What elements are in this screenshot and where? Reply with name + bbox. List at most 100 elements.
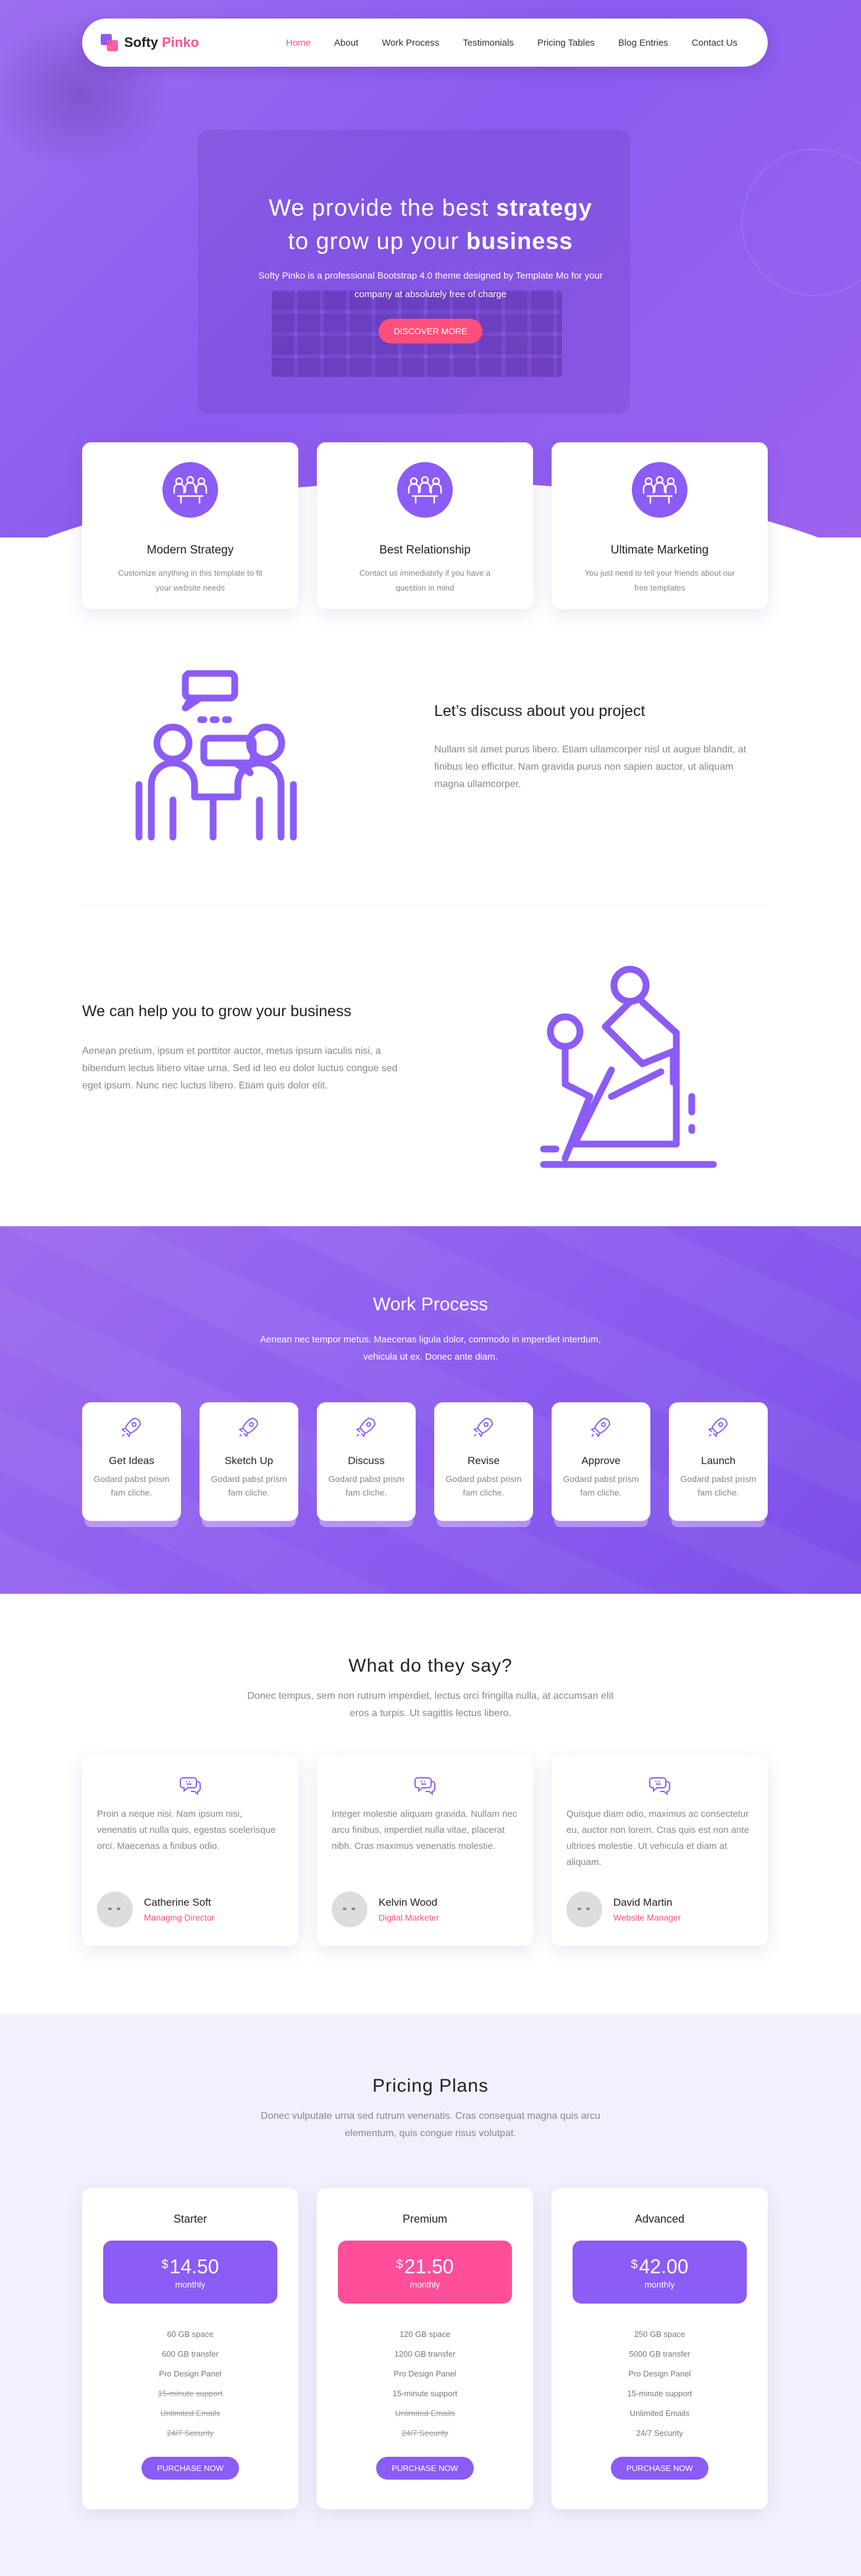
rocket-icon xyxy=(590,1417,611,1437)
step-title: Revise xyxy=(468,1455,500,1467)
plan-feature: 24/7 Security xyxy=(401,2428,448,2438)
plan-feature: Pro Design Panel xyxy=(628,2369,691,2378)
pricing-card: Premium $21.50 monthly 120 GB space 1200… xyxy=(317,2188,533,2509)
logo-icon xyxy=(101,34,118,51)
price-period: monthly xyxy=(175,2279,206,2289)
price-currency: $ xyxy=(631,2257,638,2271)
testimonials-text: Donec tempus, sem non rutrum imperdiet, … xyxy=(247,1691,614,1719)
pricing-text: Donec vulputate urna sed rutrum venenati… xyxy=(261,2111,600,2139)
testimonial-author: Kelvin Wood Digital Marketer xyxy=(332,1892,439,1927)
plan-feature: 120 GB space xyxy=(399,2330,451,2339)
testimonial-text: Proin a neque nisi. Nam ipsum nisi, vene… xyxy=(97,1809,276,1851)
hero-title: We provide the best strategy to grow up … xyxy=(0,192,861,258)
step-text: Godard pabst prism fam cliche. xyxy=(563,1474,639,1497)
author-role: Website Manager xyxy=(613,1913,681,1922)
nav-item-blog[interactable]: Blog Entries xyxy=(607,38,680,48)
purchase-now-button[interactable]: PURCHASE NOW xyxy=(376,2457,474,2480)
work-process-section: Work Process Aenean nec tempor metus. Ma… xyxy=(0,1226,861,1594)
pricing-title: Pricing Plans xyxy=(372,2076,489,2096)
process-step[interactable]: Discuss Godard pabst prism fam cliche. xyxy=(317,1402,416,1521)
navbar: Softy Pinko Home About Work Process Test… xyxy=(82,19,768,67)
author-role: Digital Marketer xyxy=(379,1913,440,1922)
logo[interactable]: Softy Pinko xyxy=(101,34,199,51)
work-text: Aenean nec tempor metus. Maecenas ligula… xyxy=(260,1334,601,1362)
feature-text: Customize anything in this template to f… xyxy=(118,568,262,592)
price-value: 14.50 xyxy=(169,2255,219,2278)
feature-text: You just need to tell your friends about… xyxy=(584,568,735,592)
hero-title-2-bold: business xyxy=(466,229,573,255)
process-step[interactable]: Sketch Up Godard pabst prism fam cliche. xyxy=(200,1402,298,1521)
discussion-illustration xyxy=(135,670,297,841)
step-title: Get Ideas xyxy=(109,1455,154,1467)
rocket-icon xyxy=(356,1417,376,1437)
logo-text-b: Pinko xyxy=(162,35,200,50)
nav-item-home[interactable]: Home xyxy=(274,38,322,48)
step-title: Sketch Up xyxy=(224,1455,274,1467)
chat-bubble-icon xyxy=(414,1777,435,1795)
team-meeting-icon xyxy=(162,462,218,518)
plan-feature: 15-minute support xyxy=(392,2389,458,2398)
plan-feature: Unlimited Emails xyxy=(395,2409,455,2418)
hero-title-2: to grow up your xyxy=(288,229,466,255)
nav-item-about[interactable]: About xyxy=(322,38,370,48)
testimonial-author: Catherine Soft Managing Director xyxy=(97,1892,214,1927)
plan-feature: 24/7 Security xyxy=(636,2428,683,2438)
author-role: Managing Director xyxy=(144,1913,215,1922)
plan-features: 250 GB space 5000 GB transfer Pro Design… xyxy=(552,2325,768,2443)
pricing-card: Advanced $42.00 monthly 250 GB space 500… xyxy=(552,2188,768,2509)
nav-menu: Home About Work Process Testimonials Pri… xyxy=(274,38,749,48)
step-title: Launch xyxy=(701,1455,736,1467)
process-step[interactable]: Get Ideas Godard pabst prism fam cliche. xyxy=(82,1402,181,1521)
step-text: Godard pabst prism fam cliche. xyxy=(211,1474,287,1497)
feature-card: Modern Strategy Customize anything in th… xyxy=(82,442,298,609)
plan-feature: Unlimited Emails xyxy=(629,2409,690,2418)
hero-text: Softy Pinko is a professional Bootstrap … xyxy=(258,271,603,300)
avatar xyxy=(566,1892,602,1927)
price-box: $42.00 monthly xyxy=(573,2241,747,2304)
about-text: Nullam sit amet purus libero. Etiam ulla… xyxy=(434,744,747,789)
process-step[interactable]: Revise Godard pabst prism fam cliche. xyxy=(434,1402,533,1521)
process-step[interactable]: Launch Godard pabst prism fam cliche. xyxy=(669,1402,768,1521)
price-value: 21.50 xyxy=(404,2255,454,2278)
testimonial-text: Integer molestie aliquam gravida. Nullam… xyxy=(332,1809,518,1851)
testimonial-card: Quisque diam odio, maximus ac consectetu… xyxy=(552,1754,768,1946)
purchase-now-button[interactable]: PURCHASE NOW xyxy=(611,2457,708,2480)
step-text: Godard pabst prism fam cliche. xyxy=(445,1474,522,1497)
testimonial-author: David Martin Website Manager xyxy=(566,1892,681,1927)
avatar xyxy=(97,1892,133,1927)
price-box: $21.50 monthly xyxy=(338,2241,512,2304)
purchase-now-button[interactable]: PURCHASE NOW xyxy=(141,2457,239,2480)
hero-title-1-bold: strategy xyxy=(495,195,592,221)
testimonial-card: Proin a neque nisi. Nam ipsum nisi, vene… xyxy=(82,1754,298,1946)
plan-name: Premium xyxy=(402,2213,447,2225)
logo-text-a: Softy xyxy=(124,35,162,50)
testimonial-text: Quisque diam odio, maximus ac consectetu… xyxy=(566,1809,750,1867)
about-title: We can help you to grow your business xyxy=(82,1003,351,1020)
plan-feature: 5000 GB transfer xyxy=(629,2349,691,2359)
plan-name: Starter xyxy=(173,2213,208,2225)
nav-item-contact[interactable]: Contact Us xyxy=(680,38,749,48)
price-amount: $42.00 xyxy=(631,2255,688,2278)
plan-feature: 60 GB space xyxy=(167,2330,214,2339)
author-name: David Martin xyxy=(613,1896,673,1908)
nav-item-pricing[interactable]: Pricing Tables xyxy=(526,38,607,48)
about-title: Let’s discuss about you project xyxy=(434,702,645,720)
nav-item-work-process[interactable]: Work Process xyxy=(370,38,451,48)
pricing-card: Starter $14.50 monthly 60 GB space 600 G… xyxy=(82,2188,298,2509)
pricing-section: Pricing Plans Donec vulputate urna sed r… xyxy=(0,2014,861,2576)
process-step[interactable]: Approve Godard pabst prism fam cliche. xyxy=(552,1402,650,1521)
rocket-icon xyxy=(708,1417,728,1437)
discover-more-button[interactable]: DISCOVER MORE xyxy=(379,319,482,343)
hero-title-1: We provide the best xyxy=(269,195,496,221)
nav-item-testimonials[interactable]: Testimonials xyxy=(451,38,526,48)
step-text: Godard pabst prism fam cliche. xyxy=(93,1474,170,1497)
plan-features: 120 GB space 1200 GB transfer Pro Design… xyxy=(317,2325,533,2443)
step-text: Godard pabst prism fam cliche. xyxy=(328,1474,405,1497)
plan-feature: 15-minute support xyxy=(158,2389,223,2398)
feature-title: Ultimate Marketing xyxy=(610,544,709,557)
about-text: Aenean pretium, ipsum et porttitor aucto… xyxy=(82,1046,398,1091)
plan-features: 60 GB space 600 GB transfer Pro Design P… xyxy=(82,2325,298,2443)
author-name: Catherine Soft xyxy=(144,1896,211,1908)
feature-card: Ultimate Marketing You just need to tell… xyxy=(552,442,768,609)
price-period: monthly xyxy=(410,2279,440,2289)
